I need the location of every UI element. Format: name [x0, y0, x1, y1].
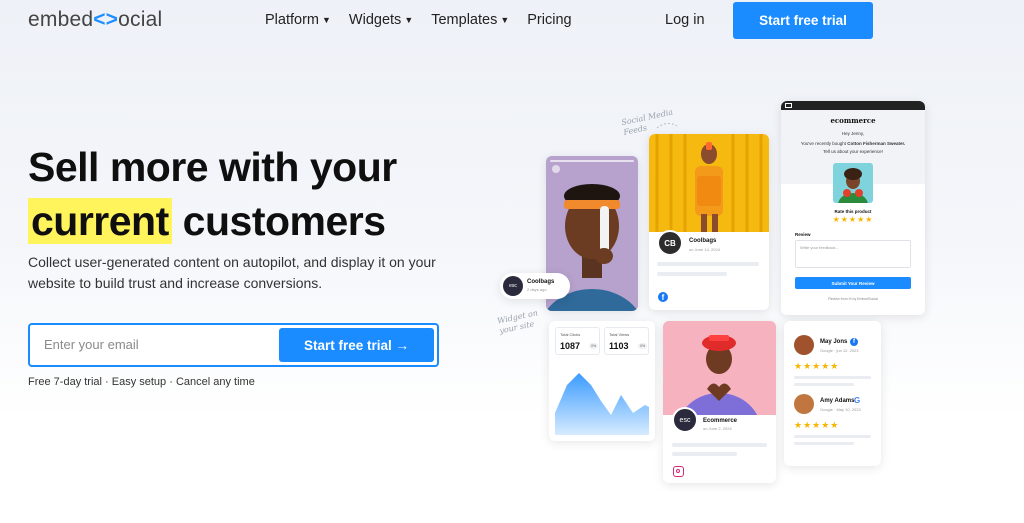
ecommerce-post-card: esc Ecommerce on June 2, 2024: [663, 321, 776, 483]
stat-change: 0%: [589, 343, 599, 349]
email-line: Tell us about your experience!: [823, 149, 883, 154]
email-titlebar: [781, 101, 925, 110]
stat-label: Total Clicks: [560, 332, 581, 337]
email-product: Cotton Fisherman Sweater.: [847, 141, 906, 146]
product-photo: [833, 163, 873, 203]
headline-line-2: customers: [182, 198, 386, 244]
hero-headline: Sell more with your current customers: [28, 140, 397, 248]
nav-item-widgets[interactable]: Widgets ▼: [349, 12, 413, 28]
headline-line-1: Sell more with your: [28, 144, 397, 190]
instagram-icon: [673, 466, 684, 477]
post-date: on June 2, 2024: [703, 426, 732, 431]
avatar: esc: [672, 407, 698, 433]
post-photo: [663, 321, 776, 469]
text-placeholder: [794, 376, 871, 379]
text-placeholder: [672, 452, 737, 456]
review-date: May 10, 2023: [836, 407, 861, 412]
area-chart: [555, 373, 649, 435]
text-placeholder: [672, 443, 767, 447]
reviewer-name: Amy Adams: [820, 398, 855, 404]
facebook-icon: f: [850, 338, 858, 346]
review-label: Review: [795, 232, 811, 237]
post-photo: [649, 134, 769, 232]
text-placeholder: [794, 435, 871, 438]
post-date: on June 14, 2024: [689, 247, 720, 252]
logo-text-social: ocial: [118, 8, 163, 31]
main-nav: Platform ▼ Widgets ▼ Templates ▼ Pricing: [265, 12, 572, 28]
review-date: jun 12, 2023: [836, 348, 859, 353]
nav-label: Pricing: [527, 12, 572, 28]
post-author: Coolbags: [689, 238, 717, 244]
badge-name: Coolbags: [527, 279, 555, 285]
widget-note: Widget on your site: [496, 308, 539, 336]
start-free-trial-button[interactable]: Start free trial: [733, 2, 873, 39]
email-signup-form: Enter your email Start free trial →: [28, 323, 439, 367]
rating-stars: ★★★★★: [794, 420, 840, 430]
avatar: [794, 394, 814, 414]
email-greeting: Hey Jenny,: [841, 131, 865, 136]
stat-value: 1087: [560, 341, 581, 351]
submit-review-button[interactable]: Submit Your Review: [795, 277, 911, 289]
arrow-icon: [656, 122, 678, 129]
headline-highlight: current: [28, 198, 172, 244]
chevron-down-icon: ▼: [404, 15, 414, 25]
chevron-down-icon: ▼: [500, 15, 510, 25]
coolbags-badge: esc Coolbags 2 days ago: [500, 273, 570, 299]
nav-item-pricing[interactable]: Pricing: [527, 12, 571, 28]
reviews-card: May Jons f Google · jun 12, 2023 ★★★★★ A…: [784, 321, 881, 466]
logo[interactable]: embed<>ocial: [28, 8, 162, 32]
rate-label: Rate this product: [834, 209, 872, 214]
google-icon: G: [854, 396, 861, 405]
text-placeholder: [794, 383, 854, 386]
nav-item-platform[interactable]: Platform ▼: [265, 12, 331, 28]
nav-label: Platform: [265, 12, 319, 28]
text-placeholder: [657, 272, 727, 276]
facebook-icon: f: [658, 292, 668, 302]
nav-item-templates[interactable]: Templates ▼: [431, 12, 509, 28]
powered-by: Review from ✉ by EmbedSocial: [828, 297, 878, 301]
nav-label: Templates: [431, 12, 498, 28]
email-line: You've recently bought: [800, 141, 846, 146]
stats-card: Total Clicks 1087 0% Total Views 1103 0%: [549, 321, 655, 441]
login-link[interactable]: Log in: [665, 12, 705, 28]
review-source: Google: [820, 407, 833, 412]
stat-label: Total Views: [609, 332, 630, 337]
views-stat: Total Views 1103 0%: [604, 327, 649, 355]
post-author: Ecommerce: [703, 418, 738, 424]
rating-stars: ★★★★★: [794, 361, 840, 371]
email-review-card: ecommerce Hey Jenny, You've recently bou…: [781, 101, 925, 315]
logo-brackets: <>: [93, 8, 119, 31]
badge-sub: 2 days ago: [527, 287, 547, 292]
hero-subtext: Collect user-generated content on autopi…: [28, 254, 436, 291]
stat-value: 1103: [609, 341, 629, 351]
avatar: [794, 335, 814, 355]
review-source: Google: [820, 348, 833, 353]
email-brand: ecommerce: [830, 116, 876, 125]
logo-text-embed: embed: [28, 8, 94, 31]
email-start-trial-button[interactable]: Start free trial →: [279, 328, 434, 362]
avatar: CB: [657, 230, 683, 256]
trial-fineprint: Free 7-day trial · Easy setup · Cancel a…: [28, 376, 255, 388]
email-input[interactable]: Enter your email: [44, 337, 139, 352]
stat-change: 0%: [638, 343, 648, 349]
reviewer-name: May Jons: [820, 339, 848, 345]
chevron-down-icon: ▼: [322, 15, 331, 25]
clicks-stat: Total Clicks 1087 0%: [555, 327, 600, 355]
text-placeholder: [657, 262, 759, 266]
nav-label: Widgets: [348, 12, 402, 28]
avatar: esc: [503, 276, 523, 296]
text-placeholder: [794, 442, 854, 445]
coolbags-post-card: CB Coolbags on June 14, 2024 f: [649, 134, 769, 310]
rating-stars[interactable]: ★★★★★: [781, 215, 925, 224]
mail-icon: [785, 103, 792, 108]
review-textarea[interactable]: Write your feedback...: [795, 240, 911, 268]
